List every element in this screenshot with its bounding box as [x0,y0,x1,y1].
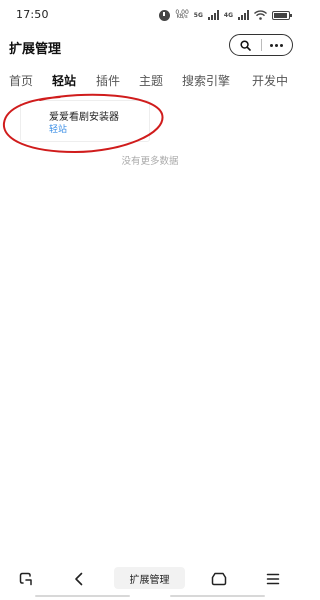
signal-label-4g: 4G [223,11,233,19]
tab-bar: 首页 轻站 插件 主题 搜索引擎 开发中 [0,68,300,92]
search-button[interactable] [230,35,261,55]
end-of-list-text: 没有更多数据 [121,156,179,167]
tab-lite-sites[interactable]: 轻站 [52,72,76,89]
status-time: 17:50 [16,8,49,21]
page-title: 扩展管理 [9,42,62,57]
back-corner-button[interactable] [14,567,38,591]
status-icons: 0.00 KB/s 5G 4G [159,8,292,22]
tab-in-development[interactable]: 开发中 [252,72,288,89]
alarm-icon [159,9,171,21]
net-speed-unit: KB/s [176,14,188,20]
gesture-bar-left [35,595,130,597]
tab-plugins[interactable]: 插件 [96,72,120,89]
signal-icon [207,10,219,20]
net-speed-icon: 0.00 KB/s [175,10,188,20]
list-item-subtitle: 轻站 [49,125,68,135]
current-page-pill[interactable]: 扩展管理 [114,567,185,589]
status-bar: 17:50 0.00 KB/s 5G 4G [0,0,300,30]
search-icon [240,39,251,51]
back-corner-icon [19,572,32,586]
signal-label-5g: 5G [193,11,203,19]
header-capsule [229,34,293,56]
back-arrow-icon [75,572,83,586]
gesture-bar-right [170,595,265,597]
list-item[interactable]: 爱爱看剧安装器 轻站 [20,100,150,142]
menu-button[interactable] [261,567,285,591]
back-button[interactable] [67,567,91,591]
menu-icon [266,573,280,585]
bottom-nav: 扩展管理 [0,563,300,593]
wifi-icon [254,10,267,20]
battery-icon [272,10,292,20]
signal-icon [238,10,249,20]
tab-search-engines[interactable]: 搜索引擎 [182,72,230,89]
tab-home[interactable]: 首页 [9,72,33,89]
home-button[interactable] [207,567,231,591]
more-icon [270,43,284,47]
header: 扩展管理 [0,30,300,62]
list-item-title: 爱爱看剧安装器 [49,112,119,123]
tab-themes[interactable]: 主题 [139,72,163,89]
home-icon [211,572,227,586]
more-button[interactable] [262,35,293,55]
